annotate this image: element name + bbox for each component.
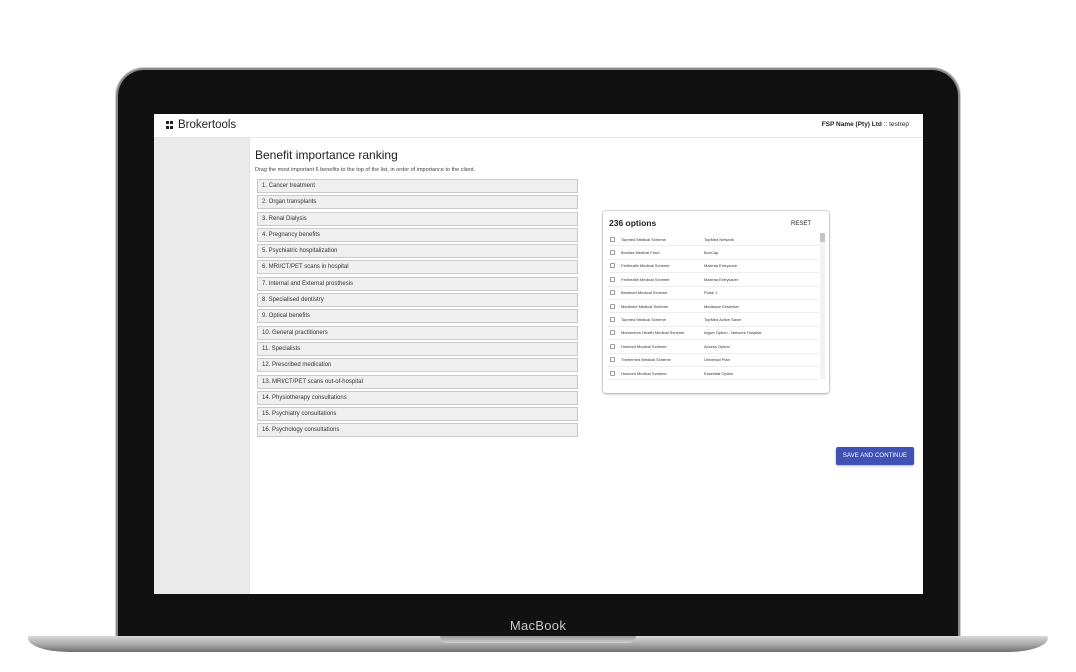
option-row: Topmed Medical Scheme TopMed Active Saver bbox=[607, 313, 819, 327]
option-checkbox[interactable] bbox=[610, 370, 615, 376]
option-row: Hosmed Medical Scheme Access Option bbox=[607, 340, 819, 354]
option-row: Fedhealth Medical Scheme Maxima Entrysave… bbox=[607, 273, 819, 287]
option-scheme: Topmed Medical Scheme bbox=[621, 317, 666, 323]
option-plan: Medisave Essential bbox=[704, 303, 739, 309]
scrollbar-thumb[interactable] bbox=[820, 233, 825, 242]
app-screen: Brokertools FSP Name (Pty) Ltd :: testre… bbox=[154, 114, 923, 594]
benefit-item[interactable]: 3. Renal Dialysis bbox=[257, 211, 578, 226]
options-scrollbar[interactable] bbox=[820, 233, 825, 379]
fsp-name: FSP Name (Pty) Ltd bbox=[821, 121, 882, 128]
laptop-notch bbox=[440, 636, 636, 643]
benefit-item[interactable]: 11. Specialists bbox=[257, 341, 578, 356]
option-scheme: Fedhealth Medical Scheme bbox=[621, 263, 670, 269]
option-checkbox[interactable] bbox=[610, 357, 615, 363]
option-checkbox[interactable] bbox=[610, 317, 615, 323]
option-checkbox[interactable] bbox=[610, 343, 615, 349]
option-plan: Pulse 1 bbox=[704, 290, 718, 296]
benefit-item[interactable]: 15. Psychiatry consultations bbox=[257, 407, 578, 422]
benefit-item[interactable]: 10. General practitioners bbox=[257, 325, 578, 340]
option-checkbox[interactable] bbox=[610, 290, 615, 296]
benefit-item[interactable]: 16. Psychology consultations bbox=[257, 423, 578, 438]
page-instructions: Drag the most important 6 benefits to th… bbox=[255, 167, 476, 173]
option-row: Topmed Medical Scheme TopMed Network bbox=[607, 233, 819, 247]
user-name: :: testrep bbox=[883, 121, 909, 128]
option-scheme: Bestmed Medical Scheme bbox=[621, 290, 668, 296]
benefit-item[interactable]: 7. Internal and External prosthesis bbox=[257, 276, 578, 291]
fsp-user-info[interactable]: FSP Name (Pty) Ltd :: testrep bbox=[822, 121, 909, 128]
benefit-item[interactable]: 5. Psychiatric hospitalization bbox=[257, 244, 578, 259]
benefit-item[interactable]: 12. Prescribed medication bbox=[257, 358, 578, 373]
reset-button[interactable]: RESET bbox=[791, 221, 811, 227]
option-row: Momentum Health Medical Scheme Ingwe Opti… bbox=[607, 327, 819, 341]
top-bar: Brokertools FSP Name (Pty) Ltd :: testre… bbox=[154, 114, 923, 138]
benefit-item[interactable]: 13. MRI/CT/PET scans out-of-hospital bbox=[257, 374, 578, 389]
option-scheme: Bonitas Medical Fund bbox=[621, 250, 660, 256]
option-scheme: Medimed Medical Scheme bbox=[621, 303, 669, 309]
option-scheme: Fedhealth Medical Scheme bbox=[621, 276, 670, 282]
option-row: Thebemed Medical Scheme Universal Plan bbox=[607, 354, 819, 367]
option-row: Fedhealth Medical Scheme Maxima Entryzone bbox=[607, 260, 819, 274]
option-row: Bonitas Medical Fund BonCap bbox=[607, 246, 819, 260]
grid-icon bbox=[166, 121, 174, 129]
benefit-ranking-list: 1. Cancer treatment 2. Organ transplants 3… bbox=[257, 179, 578, 440]
brand[interactable]: Brokertools bbox=[166, 119, 236, 131]
option-plan: Essential Option bbox=[704, 370, 734, 376]
option-row: Medimed Medical Scheme Medisave Essential bbox=[607, 300, 819, 314]
option-plan: Ingwe Option - Network Hospital bbox=[704, 330, 762, 336]
option-plan: BonCap bbox=[704, 250, 719, 256]
option-checkbox[interactable] bbox=[610, 263, 615, 269]
option-checkbox[interactable] bbox=[610, 330, 615, 336]
option-plan: TopMed Active Saver bbox=[704, 317, 742, 323]
option-plan: TopMed Network bbox=[704, 236, 735, 242]
option-scheme: Thebemed Medical Scheme bbox=[621, 357, 671, 363]
option-checkbox[interactable] bbox=[610, 276, 615, 282]
benefit-item[interactable]: 1. Cancer treatment bbox=[257, 179, 578, 193]
option-plan: Access Option bbox=[704, 343, 730, 349]
option-checkbox[interactable] bbox=[610, 303, 615, 309]
option-scheme: Hosmed Medical Scheme bbox=[621, 343, 667, 349]
option-checkbox[interactable] bbox=[610, 250, 615, 256]
option-plan: Universal Plan bbox=[704, 357, 730, 363]
page-title: Benefit importance ranking bbox=[255, 148, 398, 162]
sidebar bbox=[154, 138, 250, 594]
benefit-item[interactable]: 6. MRI/CT/PET scans in hospital bbox=[257, 260, 578, 275]
options-panel: 236 options RESET Topmed Medical Scheme T… bbox=[603, 211, 829, 393]
save-and-continue-button[interactable]: SAVE AND CONTINUE bbox=[836, 447, 914, 465]
benefit-item[interactable]: 14. Physiotherapy consultations bbox=[257, 390, 578, 405]
brand-name: Brokertools bbox=[178, 119, 237, 131]
benefit-item[interactable]: 4. Pregnancy benefits bbox=[257, 227, 578, 242]
option-scheme: Topmed Medical Scheme bbox=[621, 236, 666, 242]
option-scheme: Momentum Health Medical Scheme bbox=[621, 330, 685, 336]
options-count: 236 options bbox=[609, 218, 657, 228]
option-row: Bestmed Medical Scheme Pulse 1 bbox=[607, 287, 819, 300]
options-list: Topmed Medical Scheme TopMed Network Bonit… bbox=[607, 233, 819, 380]
option-scheme: Hosmed Medical Scheme bbox=[621, 370, 667, 376]
option-plan: Maxima Entrysaver bbox=[704, 276, 739, 282]
option-row: Hosmed Medical Scheme Essential Option bbox=[607, 367, 819, 380]
option-checkbox[interactable] bbox=[610, 236, 615, 242]
benefit-item[interactable]: 9. Optical benefits bbox=[257, 309, 578, 324]
benefit-item[interactable]: 8. Specialised dentistry bbox=[257, 293, 578, 308]
device-label: MacBook bbox=[509, 618, 567, 633]
option-plan: Maxima Entryzone bbox=[704, 263, 738, 269]
benefit-item[interactable]: 2. Organ transplants bbox=[257, 195, 578, 210]
